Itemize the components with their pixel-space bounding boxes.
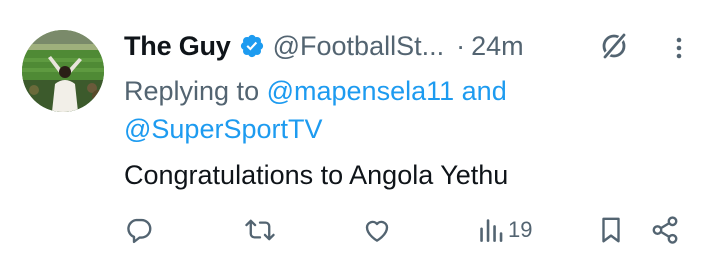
- tweet-timestamp[interactable]: 24m: [471, 31, 524, 62]
- retweet-button[interactable]: [244, 210, 276, 250]
- views-count: 19: [508, 217, 533, 242]
- retweet-icon: [244, 215, 276, 245]
- tweet-header: The Guy @FootballSt... · 24m: [124, 26, 524, 66]
- bookmark-button[interactable]: [598, 210, 624, 250]
- share-icon: [650, 215, 680, 245]
- tweet-card[interactable]: The Guy @FootballSt... · 24m Replying to…: [0, 0, 720, 264]
- tweet-text: Congratulations to Angola Yethu: [124, 160, 509, 190]
- replying-conjunction[interactable]: and: [462, 76, 507, 106]
- mention-link[interactable]: @mapensela11: [267, 76, 455, 106]
- reply-button[interactable]: [124, 210, 154, 250]
- mention-link[interactable]: @SuperSportTV: [124, 114, 323, 144]
- avatar-image: [22, 30, 104, 112]
- action-bar: 19: [0, 210, 720, 250]
- grok-icon[interactable]: [598, 30, 630, 62]
- share-button[interactable]: [650, 210, 680, 250]
- bookmark-icon: [598, 215, 624, 245]
- heart-icon: [362, 215, 392, 245]
- like-button[interactable]: [362, 210, 392, 250]
- reply-icon: [124, 215, 154, 245]
- separator-dot: ·: [456, 30, 466, 61]
- verified-badge-icon: [239, 33, 265, 59]
- views-button[interactable]: 19: [478, 210, 532, 250]
- views-icon: [478, 215, 504, 245]
- user-handle[interactable]: @FootballSt...: [273, 31, 444, 62]
- replying-to: Replying to @mapensela11 and @SuperSport…: [124, 72, 684, 148]
- replying-to-label: Replying to: [124, 76, 260, 106]
- more-vertical-icon[interactable]: [668, 32, 690, 64]
- avatar[interactable]: [22, 30, 104, 112]
- display-name[interactable]: The Guy: [124, 31, 231, 62]
